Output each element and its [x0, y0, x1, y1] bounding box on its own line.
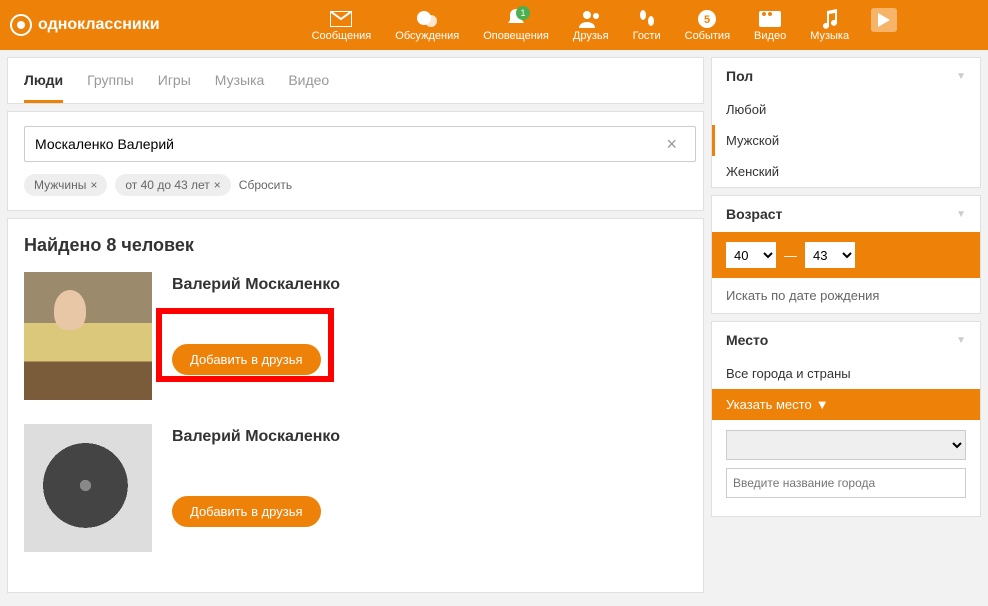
envelope-icon	[312, 8, 372, 30]
add-friend-button[interactable]: Добавить в друзья	[172, 344, 321, 375]
chevron-down-icon: ▼	[956, 335, 966, 346]
avatar[interactable]	[24, 272, 152, 400]
tab-games[interactable]: Игры	[158, 58, 191, 103]
chevron-down-icon: ▼	[956, 209, 966, 220]
search-box: × Мужчины× от 40 до 43 лет× Сбросить	[7, 111, 704, 211]
result-item: Валерий Москаленко Добавить в друзья	[24, 424, 687, 552]
add-friend-button[interactable]: Добавить в друзья	[172, 496, 321, 527]
tab-video[interactable]: Видео	[288, 58, 329, 103]
gender-male[interactable]: Мужской	[712, 125, 980, 156]
dash: —	[784, 248, 797, 263]
nav-messages[interactable]: Сообщения	[300, 8, 384, 42]
tab-music[interactable]: Музыка	[215, 58, 265, 103]
nav-music[interactable]: Музыка	[798, 8, 861, 42]
results-heading: Найдено 8 человек	[24, 235, 687, 256]
chat-icon	[395, 8, 459, 30]
reset-filters[interactable]: Сбросить	[239, 178, 292, 192]
nav-label: Друзья	[573, 30, 609, 42]
nav-label: Оповещения	[483, 30, 549, 42]
place-all[interactable]: Все города и страны	[712, 358, 980, 389]
filters-column: Пол ▼ Любой Мужской Женский Возраст ▼ 40…	[711, 57, 981, 593]
result-name[interactable]: Валерий Москаленко	[172, 276, 687, 294]
search-input[interactable]	[24, 126, 696, 162]
nav-notifications[interactable]: 1 Оповещения	[471, 8, 561, 42]
nav-label: Обсуждения	[395, 30, 459, 42]
search-by-birthdate[interactable]: Искать по дате рождения	[712, 278, 980, 313]
filter-age: Возраст ▼ 40 — 43 Искать по дате рождени…	[711, 195, 981, 314]
nav-discussions[interactable]: Обсуждения	[383, 8, 471, 42]
place-choose[interactable]: Указать место ▼	[712, 389, 980, 420]
chip-age[interactable]: от 40 до 43 лет×	[115, 174, 230, 196]
clear-icon[interactable]: ×	[666, 134, 677, 155]
svg-text:5: 5	[704, 14, 710, 26]
play-icon	[878, 13, 890, 27]
result-name[interactable]: Валерий Москаленко	[172, 428, 687, 446]
footsteps-icon	[633, 8, 661, 30]
nav-guests[interactable]: Гости	[621, 8, 673, 42]
friends-icon	[573, 8, 609, 30]
chip-gender[interactable]: Мужчины×	[24, 174, 107, 196]
filter-header[interactable]: Возраст ▼	[712, 196, 980, 232]
results-panel: Найдено 8 человек Валерий Москаленко Доб…	[7, 218, 704, 593]
caret-down-icon: ▼	[816, 397, 829, 412]
place-inputs	[712, 420, 980, 516]
topbar: одноклассники Сообщения Обсуждения 1 Опо…	[0, 0, 988, 50]
nav-friends[interactable]: Друзья	[561, 8, 621, 42]
chevron-down-icon: ▼	[956, 71, 966, 82]
avatar[interactable]	[24, 424, 152, 552]
gender-any[interactable]: Любой	[712, 94, 980, 125]
logo-icon	[10, 14, 32, 36]
video-icon	[754, 8, 786, 30]
age-range-row: 40 — 43	[712, 232, 980, 278]
country-select[interactable]	[726, 430, 966, 460]
nav-label: Музыка	[810, 30, 849, 42]
tab-people[interactable]: Люди	[24, 58, 63, 103]
age-from-select[interactable]: 40	[726, 242, 776, 268]
brand-name: одноклассники	[38, 16, 160, 34]
filter-chips: Мужчины× от 40 до 43 лет× Сбросить	[24, 174, 687, 196]
filter-header[interactable]: Пол ▼	[712, 58, 980, 94]
nav-events[interactable]: 5 События	[673, 8, 742, 42]
age-to-select[interactable]: 43	[805, 242, 855, 268]
gender-female[interactable]: Женский	[712, 156, 980, 187]
city-input[interactable]	[726, 468, 966, 498]
nav-video[interactable]: Видео	[742, 8, 798, 42]
nav: Сообщения Обсуждения 1 Оповещения Друзья…	[300, 8, 898, 42]
logo[interactable]: одноклассники	[10, 14, 160, 36]
filter-header[interactable]: Место ▼	[712, 322, 980, 358]
filter-gender: Пол ▼ Любой Мужской Женский	[711, 57, 981, 188]
music-icon	[810, 8, 849, 30]
filter-place: Место ▼ Все города и страны Указать мест…	[711, 321, 981, 517]
chip-remove-icon[interactable]: ×	[214, 178, 221, 192]
events-icon: 5	[685, 8, 730, 30]
main: Люди Группы Игры Музыка Видео × Мужчины×…	[0, 50, 988, 600]
search-tabs: Люди Группы Игры Музыка Видео	[7, 57, 704, 104]
chip-remove-icon[interactable]: ×	[90, 178, 97, 192]
notif-badge: 1	[516, 6, 530, 20]
play-button[interactable]	[871, 8, 897, 32]
result-item: Валерий Москаленко Добавить в друзья	[24, 272, 687, 400]
nav-label: Сообщения	[312, 30, 372, 42]
nav-label: Гости	[633, 30, 661, 42]
nav-label: События	[685, 30, 730, 42]
left-column: Люди Группы Игры Музыка Видео × Мужчины×…	[7, 57, 704, 593]
tab-groups[interactable]: Группы	[87, 58, 134, 103]
nav-label: Видео	[754, 30, 786, 42]
